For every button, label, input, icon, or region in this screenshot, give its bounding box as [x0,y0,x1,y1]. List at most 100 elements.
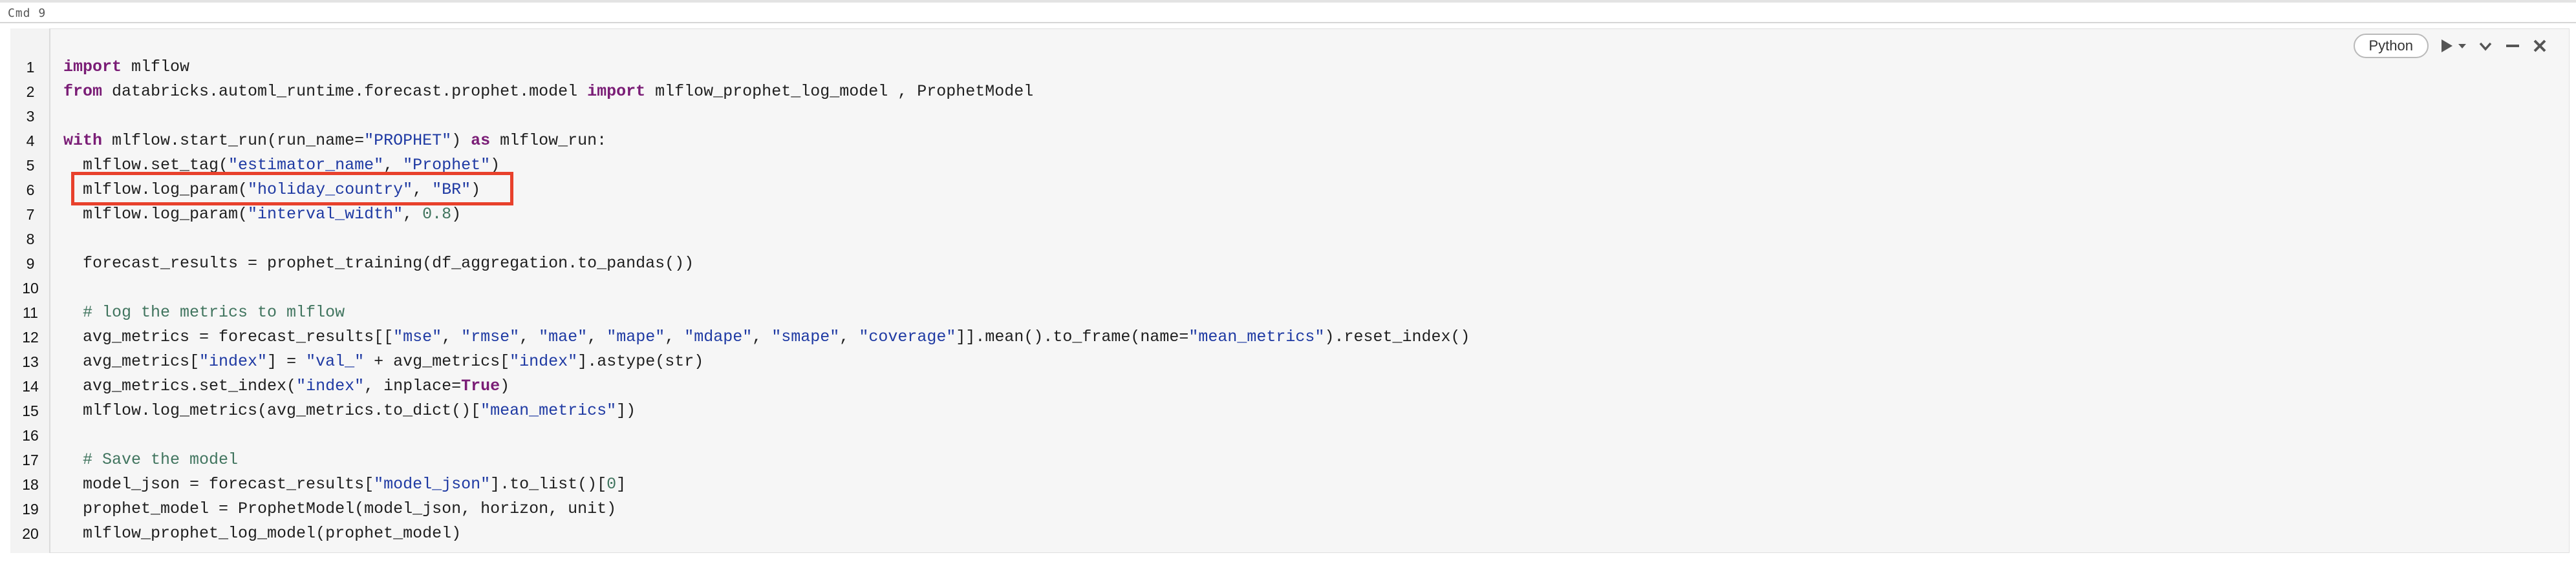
code-token: "Prophet" [403,156,491,174]
code-token: "index" [510,352,578,371]
code-token: ) [500,377,510,395]
code-token: "holiday_country" [248,180,413,199]
code-token: "smape" [771,328,840,346]
code-token: "rmse" [461,328,520,346]
code-token: # log the metrics to mlflow [63,303,345,322]
code-token: True [461,377,500,395]
header-divider [0,22,2576,23]
line-number: 4 [26,132,35,149]
line-number: 17 [22,452,39,468]
code-text: avg_metrics.set_index("index", inplace=T… [63,374,510,399]
language-selector[interactable]: Python [2353,34,2429,58]
code-token: , [442,328,462,346]
code-text: avg_metrics["index"] = "val_" + avg_metr… [63,350,703,374]
code-token: from [63,82,103,101]
code-text: prophet_model = ProphetModel(model_json,… [63,497,616,521]
code-text: from databricks.automl_runtime.forecast.… [63,79,1033,104]
code-token: "estimator_name" [228,156,384,174]
line-number: 16 [22,427,39,444]
code-token: ) [451,131,471,150]
code-token: mlflow_prophet_log_model , ProphetModel [645,82,1034,101]
code-token: mlflow.log_metrics(avg_metrics.to_dict()… [63,401,481,420]
code-token: , [839,328,859,346]
code-token: # Save the model [63,450,239,469]
code-text: mlflow.set_tag("estimator_name", "Prophe… [63,153,500,178]
code-token: , [587,328,607,346]
code-text: mlflow.log_metrics(avg_metrics.to_dict()… [63,399,636,423]
code-token: ] = [267,352,306,371]
code-token: ) [490,156,500,174]
code-token: prophet_model = ProphetModel(model_json,… [63,499,617,518]
code-token: , [413,180,433,199]
line-number: 14 [22,378,39,395]
line-number: 7 [26,206,35,223]
line-number: 3 [26,108,35,125]
code-token: "PROPHET" [364,131,452,150]
code-token: 0 [606,475,617,494]
code-token: "mean_metrics" [480,401,617,420]
line-number: 13 [22,353,39,370]
line-number: 15 [22,402,39,419]
code-token: avg_metrics.set_index( [63,377,297,395]
code-token: with [63,131,103,150]
code-token: "mdape" [684,328,753,346]
code-token: "index" [199,352,268,371]
minus-icon[interactable] [2504,37,2522,55]
code-token: "interval_width" [248,205,403,224]
code-token: "index" [296,377,365,395]
code-token: avg_metrics[ [63,352,200,371]
code-text: import mlflow [63,55,189,79]
code-token: "val_" [306,352,365,371]
code-token: "mape" [606,328,665,346]
code-token: ).reset_index() [1324,328,1470,346]
code-token: mlflow.log_param( [63,180,248,199]
code-token: ].astype(str) [577,352,704,371]
code-token: mlflow_prophet_log_model(prophet_model) [63,524,462,543]
code-text: mlflow.log_param("interval_width", 0.8) [63,202,461,227]
code-token: ]) [616,401,636,420]
code-text: mlflow.log_param("holiday_country", "BR"… [63,178,480,202]
code-token: mlflow.start_run(run_name= [102,131,365,150]
code-token: , [519,328,539,346]
code-text: # log the metrics to mlflow [63,300,345,325]
line-number: 8 [26,231,35,247]
code-token: "BR" [432,180,471,199]
code-token: mlflow.log_param( [63,205,248,224]
code-token: import [587,82,646,101]
line-number: 5 [26,157,35,174]
close-icon[interactable] [2531,37,2549,55]
code-token: , [403,205,423,224]
code-token: model_json = forecast_results[ [63,475,374,494]
code-token: databricks.automl_runtime.forecast.proph… [102,82,588,101]
code-token: mlflow_run: [490,131,607,150]
code-token: + avg_metrics[ [364,352,510,371]
top-border [0,0,2576,3]
code-text: forecast_results = prophet_training(df_a… [63,251,694,276]
code-text: # Save the model [63,448,238,472]
code-token: , [383,156,403,174]
code-token: "model_json" [374,475,491,494]
code-text: with mlflow.start_run(run_name="PROPHET"… [63,129,606,153]
cell-toolbar: Python [2353,34,2549,58]
line-number: 11 [23,304,38,321]
code-token: "coverage" [859,328,956,346]
line-number: 2 [26,83,35,100]
code-token: mlflow [122,58,190,76]
line-number: 20 [22,525,39,542]
chevron-down-icon[interactable] [2476,37,2495,55]
line-number: 6 [26,182,35,198]
code-token: ]].mean().to_frame(name= [956,328,1189,346]
code-token: avg_metrics = forecast_results[[ [63,328,394,346]
caret-down-icon[interactable] [2457,37,2467,55]
code-token: forecast_results = prophet_training(df_a… [63,254,694,273]
line-number: 19 [22,501,39,518]
play-icon[interactable] [2438,37,2456,55]
code-token: , [752,328,772,346]
code-text: avg_metrics = forecast_results[["mse", "… [63,325,1470,350]
command-label: Cmd 9 [8,6,47,20]
line-number: 1 [26,59,35,76]
code-token: ) [451,205,462,224]
code-text: mlflow_prophet_log_model(prophet_model) [63,521,461,546]
code-token: "mse" [393,328,442,346]
code-token: ] [616,475,627,494]
